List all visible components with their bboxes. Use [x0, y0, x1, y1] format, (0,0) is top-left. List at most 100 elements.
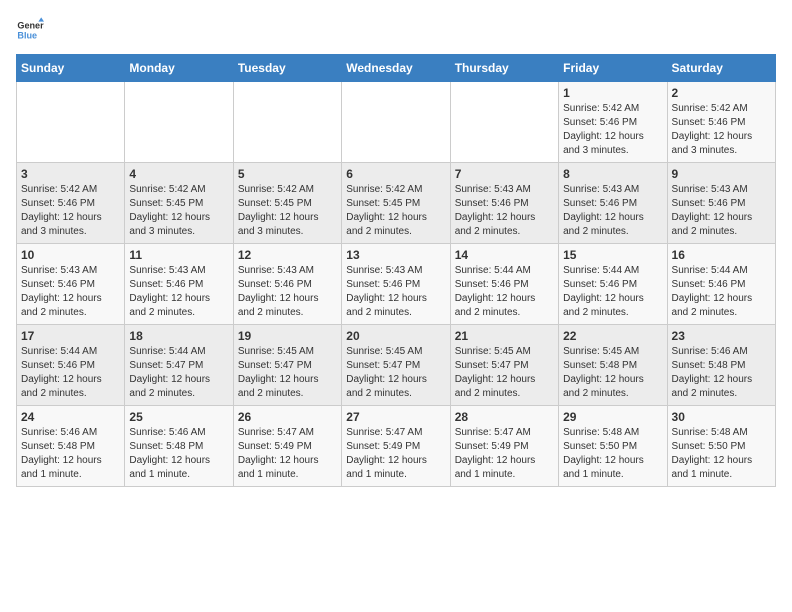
calendar-day-cell: 15 Sunrise: 5:44 AMSunset: 5:46 PMDayligh…	[559, 244, 667, 325]
day-number: 15	[563, 248, 662, 262]
day-of-week-header: Sunday	[17, 55, 125, 82]
day-of-week-header: Wednesday	[342, 55, 450, 82]
calendar-day-cell: 21 Sunrise: 5:45 AMSunset: 5:47 PMDayligh…	[450, 325, 558, 406]
calendar-day-cell	[17, 82, 125, 163]
day-info: Sunrise: 5:43 AMSunset: 5:46 PMDaylight:…	[563, 183, 662, 239]
calendar-day-cell: 9 Sunrise: 5:43 AMSunset: 5:46 PMDaylight…	[667, 163, 775, 244]
day-number: 12	[238, 248, 337, 262]
calendar-day-cell: 18 Sunrise: 5:44 AMSunset: 5:47 PMDayligh…	[125, 325, 233, 406]
day-number: 9	[672, 167, 771, 181]
day-info: Sunrise: 5:45 AMSunset: 5:47 PMDaylight:…	[455, 345, 554, 401]
calendar-day-cell	[450, 82, 558, 163]
day-info: Sunrise: 5:43 AMSunset: 5:46 PMDaylight:…	[21, 264, 120, 320]
day-of-week-header: Friday	[559, 55, 667, 82]
day-number: 18	[129, 329, 228, 343]
calendar-day-cell: 17 Sunrise: 5:44 AMSunset: 5:46 PMDayligh…	[17, 325, 125, 406]
day-number: 8	[563, 167, 662, 181]
calendar: SundayMondayTuesdayWednesdayThursdayFrid…	[16, 54, 776, 487]
day-info: Sunrise: 5:42 AMSunset: 5:45 PMDaylight:…	[346, 183, 445, 239]
calendar-week-row: 24 Sunrise: 5:46 AMSunset: 5:48 PMDayligh…	[17, 406, 776, 487]
day-number: 21	[455, 329, 554, 343]
calendar-day-cell: 11 Sunrise: 5:43 AMSunset: 5:46 PMDayligh…	[125, 244, 233, 325]
day-number: 22	[563, 329, 662, 343]
day-number: 14	[455, 248, 554, 262]
day-number: 13	[346, 248, 445, 262]
calendar-day-cell: 29Sunrise: 5:48 AMSunset: 5:50 PMDayligh…	[559, 406, 667, 487]
day-info: Sunrise: 5:48 AMSunset: 5:50 PMDaylight:…	[563, 426, 662, 482]
day-number: 27	[346, 410, 445, 424]
day-info: Sunrise: 5:42 AMSunset: 5:46 PMDaylight:…	[21, 183, 120, 239]
day-info: Sunrise: 5:42 AMSunset: 5:45 PMDaylight:…	[129, 183, 228, 239]
day-number: 30	[672, 410, 771, 424]
day-number: 17	[21, 329, 120, 343]
day-info: Sunrise: 5:47 AMSunset: 5:49 PMDaylight:…	[346, 426, 445, 482]
calendar-day-cell: 23 Sunrise: 5:46 AMSunset: 5:48 PMDayligh…	[667, 325, 775, 406]
calendar-week-row: 10 Sunrise: 5:43 AMSunset: 5:46 PMDayligh…	[17, 244, 776, 325]
day-number: 3	[21, 167, 120, 181]
day-info: Sunrise: 5:44 AMSunset: 5:46 PMDaylight:…	[672, 264, 771, 320]
day-info: Sunrise: 5:43 AMSunset: 5:46 PMDaylight:…	[238, 264, 337, 320]
logo-icon: General Blue	[16, 16, 44, 44]
calendar-day-cell: 19 Sunrise: 5:45 AMSunset: 5:47 PMDayligh…	[233, 325, 341, 406]
calendar-week-row: 3 Sunrise: 5:42 AMSunset: 5:46 PMDaylight…	[17, 163, 776, 244]
calendar-week-row: 17 Sunrise: 5:44 AMSunset: 5:46 PMDayligh…	[17, 325, 776, 406]
day-info: Sunrise: 5:43 AMSunset: 5:46 PMDaylight:…	[129, 264, 228, 320]
day-info: Sunrise: 5:44 AMSunset: 5:46 PMDaylight:…	[455, 264, 554, 320]
day-info: Sunrise: 5:45 AMSunset: 5:47 PMDaylight:…	[238, 345, 337, 401]
day-number: 26	[238, 410, 337, 424]
calendar-day-cell: 30 Sunrise: 5:48 AMSunset: 5:50 PMDayligh…	[667, 406, 775, 487]
day-number: 24	[21, 410, 120, 424]
calendar-day-cell: 12 Sunrise: 5:43 AMSunset: 5:46 PMDayligh…	[233, 244, 341, 325]
day-info: Sunrise: 5:42 AMSunset: 5:46 PMDaylight:…	[563, 102, 662, 158]
day-info: Sunrise: 5:43 AMSunset: 5:46 PMDaylight:…	[346, 264, 445, 320]
day-number: 1	[563, 86, 662, 100]
calendar-day-cell: 7 Sunrise: 5:43 AMSunset: 5:46 PMDaylight…	[450, 163, 558, 244]
day-info: Sunrise: 5:47 AMSunset: 5:49 PMDaylight:…	[238, 426, 337, 482]
day-number: 23	[672, 329, 771, 343]
day-info: Sunrise: 5:43 AMSunset: 5:46 PMDaylight:…	[455, 183, 554, 239]
calendar-day-cell: 6 Sunrise: 5:42 AMSunset: 5:45 PMDaylight…	[342, 163, 450, 244]
calendar-day-cell: 4Sunrise: 5:42 AMSunset: 5:45 PMDaylight…	[125, 163, 233, 244]
calendar-day-cell: 5Sunrise: 5:42 AMSunset: 5:45 PMDaylight…	[233, 163, 341, 244]
calendar-day-cell: 16 Sunrise: 5:44 AMSunset: 5:46 PMDayligh…	[667, 244, 775, 325]
calendar-day-cell: 20 Sunrise: 5:45 AMSunset: 5:47 PMDayligh…	[342, 325, 450, 406]
day-info: Sunrise: 5:46 AMSunset: 5:48 PMDaylight:…	[672, 345, 771, 401]
calendar-day-cell: 28 Sunrise: 5:47 AMSunset: 5:49 PMDayligh…	[450, 406, 558, 487]
day-of-week-header: Saturday	[667, 55, 775, 82]
day-number: 19	[238, 329, 337, 343]
calendar-day-cell: 14 Sunrise: 5:44 AMSunset: 5:46 PMDayligh…	[450, 244, 558, 325]
day-of-week-header: Thursday	[450, 55, 558, 82]
day-info: Sunrise: 5:46 AMSunset: 5:48 PMDaylight:…	[21, 426, 120, 482]
day-number: 20	[346, 329, 445, 343]
day-info: Sunrise: 5:44 AMSunset: 5:46 PMDaylight:…	[21, 345, 120, 401]
day-info: Sunrise: 5:45 AMSunset: 5:47 PMDaylight:…	[346, 345, 445, 401]
calendar-header-row: SundayMondayTuesdayWednesdayThursdayFrid…	[17, 55, 776, 82]
calendar-day-cell: 10 Sunrise: 5:43 AMSunset: 5:46 PMDayligh…	[17, 244, 125, 325]
day-info: Sunrise: 5:44 AMSunset: 5:47 PMDaylight:…	[129, 345, 228, 401]
calendar-day-cell: 13 Sunrise: 5:43 AMSunset: 5:46 PMDayligh…	[342, 244, 450, 325]
day-number: 2	[672, 86, 771, 100]
calendar-day-cell: 24 Sunrise: 5:46 AMSunset: 5:48 PMDayligh…	[17, 406, 125, 487]
svg-text:General: General	[17, 21, 44, 31]
calendar-day-cell	[125, 82, 233, 163]
calendar-day-cell: 27 Sunrise: 5:47 AMSunset: 5:49 PMDayligh…	[342, 406, 450, 487]
day-info: Sunrise: 5:48 AMSunset: 5:50 PMDaylight:…	[672, 426, 771, 482]
day-number: 11	[129, 248, 228, 262]
logo: General Blue	[16, 16, 48, 44]
day-number: 28	[455, 410, 554, 424]
calendar-day-cell	[342, 82, 450, 163]
day-number: 16	[672, 248, 771, 262]
calendar-day-cell: 8 Sunrise: 5:43 AMSunset: 5:46 PMDaylight…	[559, 163, 667, 244]
calendar-day-cell: 1 Sunrise: 5:42 AMSunset: 5:46 PMDaylight…	[559, 82, 667, 163]
day-info: Sunrise: 5:42 AMSunset: 5:45 PMDaylight:…	[238, 183, 337, 239]
day-info: Sunrise: 5:43 AMSunset: 5:46 PMDaylight:…	[672, 183, 771, 239]
calendar-day-cell: 22Sunrise: 5:45 AMSunset: 5:48 PMDayligh…	[559, 325, 667, 406]
calendar-week-row: 1 Sunrise: 5:42 AMSunset: 5:46 PMDaylight…	[17, 82, 776, 163]
day-info: Sunrise: 5:44 AMSunset: 5:46 PMDaylight:…	[563, 264, 662, 320]
day-number: 6	[346, 167, 445, 181]
day-number: 25	[129, 410, 228, 424]
day-info: Sunrise: 5:47 AMSunset: 5:49 PMDaylight:…	[455, 426, 554, 482]
day-number: 10	[21, 248, 120, 262]
day-of-week-header: Monday	[125, 55, 233, 82]
day-number: 7	[455, 167, 554, 181]
